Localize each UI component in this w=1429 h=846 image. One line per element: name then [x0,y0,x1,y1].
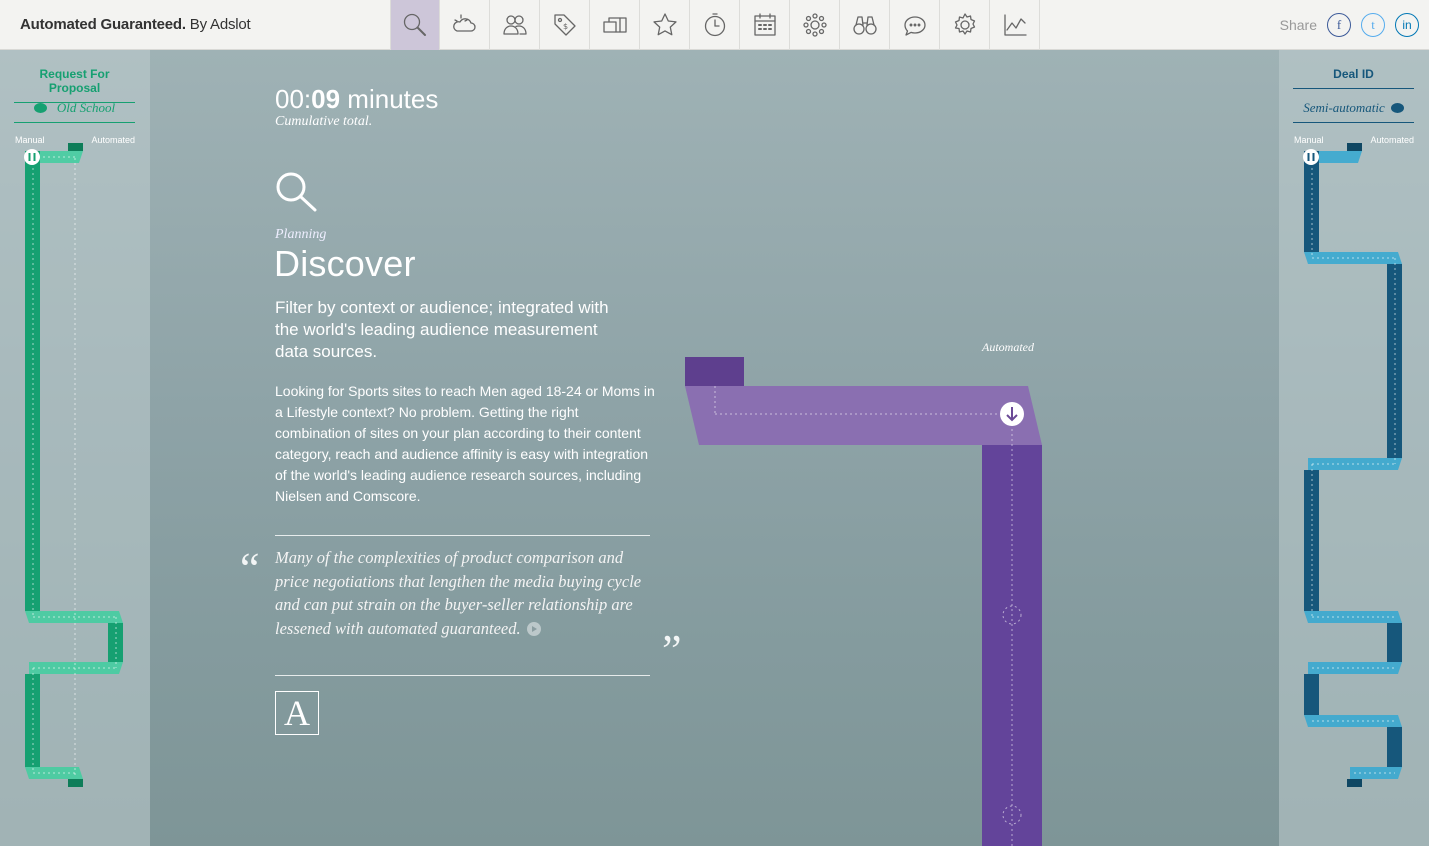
brand[interactable]: Automated Guaranteed. By Adslot [20,16,251,33]
nav-messages[interactable] [890,0,940,50]
stopwatch-icon [704,13,725,37]
cumulative-timer: 00:09 minutes [275,84,439,114]
track-automated-label: Automated [982,340,1034,354]
binoculars-icon [852,16,877,35]
line-chart-icon [1003,14,1027,36]
nav-favorites[interactable] [640,0,690,50]
people-icon [502,15,527,35]
share-label: Share [1279,17,1317,33]
step-category: Planning [275,227,327,242]
twitter-button[interactable]: t [1361,13,1385,37]
timer-note: Cumulative total. [275,114,373,129]
nav-settings[interactable] [940,0,990,50]
source-logo[interactable]: A [275,691,319,735]
read-more-arrow-icon[interactable] [526,621,541,636]
step-title: Discover [274,243,416,284]
step-lede: Filter by context or audience; integrate… [275,298,609,361]
background-scene [0,50,1429,846]
pause-icon[interactable] [1303,149,1319,165]
nav-reporting[interactable] [990,0,1040,50]
step-icon [274,170,320,221]
linkedin-button[interactable]: in [1395,13,1419,37]
right-process-track [1303,143,1402,787]
screens-icon [602,17,627,33]
nav-screens[interactable] [590,0,640,50]
top-bar: Automated Guaranteed. By Adslot $ Share … [0,0,1429,50]
cloud-sun-icon [452,14,476,32]
nav-monitor[interactable] [840,0,890,50]
network-icon [802,13,827,37]
price-tag-icon: $ [553,14,576,36]
pull-quote: Many of the complexities of product comp… [275,548,642,638]
left-process-track [24,143,123,787]
open-quote-mark: “ [240,544,260,593]
facebook-button[interactable]: f [1327,13,1351,37]
left-comparison-panel: Request For Proposal Old School Manual A… [0,50,150,846]
share-bar: Share f t in [1280,10,1429,40]
gear-icon [954,13,975,35]
nav-search[interactable] [390,0,440,50]
step-description: Looking for Sports sites to reach Men ag… [275,383,655,504]
star-icon [652,13,677,36]
search-icon [403,13,426,36]
nav-icons: $ [390,0,1040,50]
nav-weather[interactable] [440,0,490,50]
svg-text:$: $ [563,22,568,31]
right-comparison-panel: Deal ID Semi-automatic Manual Automated [1279,50,1429,846]
pause-icon[interactable] [24,149,40,165]
calendar-icon [753,13,776,36]
nav-audience[interactable] [490,0,540,50]
nav-schedule[interactable] [740,0,790,50]
search-icon [276,172,317,212]
chat-icon [903,16,926,36]
nav-pricing[interactable]: $ [540,0,590,50]
nav-network[interactable] [790,0,840,50]
close-quote-mark: ” [662,626,682,675]
nav-time[interactable] [690,0,740,50]
